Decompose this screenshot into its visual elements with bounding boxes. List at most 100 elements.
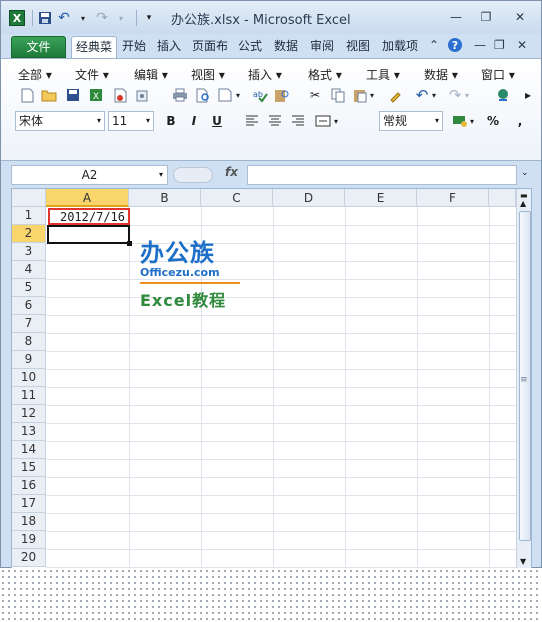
row-header[interactable]: 6	[12, 297, 46, 315]
row-header[interactable]: 14	[12, 441, 46, 459]
hyperlink-icon[interactable]	[494, 86, 512, 104]
menu-edit[interactable]: 编辑 ▾	[134, 66, 168, 83]
minimize-button[interactable]: —	[441, 8, 471, 26]
tab-data[interactable]: 数据	[271, 36, 301, 58]
menu-view[interactable]: 视图 ▾	[191, 66, 225, 83]
insert-function-button[interactable]: fx	[225, 165, 238, 179]
row-header[interactable]: 9	[12, 351, 46, 369]
column-header-c[interactable]: C	[201, 189, 273, 207]
comma-style-icon[interactable]: ,	[511, 112, 529, 130]
row-header[interactable]: 18	[12, 513, 46, 531]
new-document-icon[interactable]	[18, 86, 36, 104]
tab-file[interactable]: 文件	[11, 36, 66, 58]
row-header[interactable]: 13	[12, 423, 46, 441]
redo-dropdown-icon[interactable]: ▾	[113, 10, 129, 26]
menu-data[interactable]: 数据 ▾	[424, 66, 458, 83]
row-header[interactable]: 19	[12, 531, 46, 549]
tab-classic-menu[interactable]: 经典菜单	[71, 36, 117, 74]
workbook-minimize-button[interactable]: —	[474, 38, 486, 52]
formula-bar-expand-handle[interactable]	[173, 167, 213, 183]
excel-export-icon[interactable]: X	[87, 86, 105, 104]
worksheet-grid[interactable]: A B C D E F 1 2 3 4 5 6 7 8 9 10 11 12 1…	[11, 188, 532, 569]
row-header[interactable]: 11	[12, 387, 46, 405]
undo-icon[interactable]: ↶	[56, 10, 72, 26]
row-header[interactable]: 8	[12, 333, 46, 351]
menu-tools[interactable]: 工具 ▾	[366, 66, 400, 83]
column-header-b[interactable]: B	[129, 189, 201, 207]
print-icon[interactable]	[171, 86, 189, 104]
help-icon[interactable]: ?	[447, 37, 463, 56]
align-left-icon[interactable]	[243, 112, 261, 130]
menu-file[interactable]: 文件 ▾	[75, 66, 109, 83]
dropdown-arrow-icon[interactable]: ▾	[430, 86, 438, 104]
row-header[interactable]: 10	[12, 369, 46, 387]
row-header[interactable]: 4	[12, 261, 46, 279]
column-header-g[interactable]	[489, 189, 516, 207]
cell-a1[interactable]: 2012/7/16	[48, 208, 130, 225]
ribbon-more-icon[interactable]: ▸	[523, 86, 533, 104]
percent-style-icon[interactable]: %	[484, 112, 502, 130]
dropdown-arrow-icon[interactable]: ▾	[159, 166, 163, 184]
menu-format[interactable]: 格式 ▾	[308, 66, 342, 83]
vertical-scrollbar[interactable]: ▬ ▲ ≡ ▼	[516, 189, 531, 568]
workbook-restore-button[interactable]: ❐	[494, 38, 505, 52]
save-icon[interactable]	[64, 86, 82, 104]
bold-button[interactable]: B	[163, 112, 179, 130]
tab-formulas[interactable]: 公式	[235, 36, 265, 58]
close-button[interactable]: ✕	[505, 8, 535, 26]
row-header[interactable]: 16	[12, 477, 46, 495]
row-header[interactable]: 1	[12, 207, 46, 225]
undo-dropdown-icon[interactable]: ▾	[75, 10, 91, 26]
scroll-up-icon[interactable]: ▲	[520, 199, 526, 208]
research-icon[interactable]: ab	[251, 86, 269, 104]
italic-button[interactable]: I	[186, 112, 202, 130]
undo-icon[interactable]: ↶	[413, 86, 431, 104]
dropdown-arrow-icon[interactable]: ▾	[97, 112, 101, 130]
row-header[interactable]: 2	[12, 225, 46, 243]
redo-icon[interactable]: ↷	[446, 86, 464, 104]
menu-all[interactable]: 全部 ▾	[18, 66, 52, 83]
column-header-d[interactable]: D	[273, 189, 345, 207]
underline-button[interactable]: U	[209, 112, 225, 130]
excel-app-icon[interactable]: X	[9, 10, 25, 26]
expand-formula-bar-icon[interactable]: ⌄	[521, 168, 529, 178]
tab-insert[interactable]: 插入	[154, 36, 184, 58]
spelling-check-icon[interactable]	[217, 86, 235, 104]
row-header[interactable]: 15	[12, 459, 46, 477]
dropdown-arrow-icon[interactable]: ▾	[435, 112, 439, 130]
column-header-f[interactable]: F	[417, 189, 489, 207]
number-format-box[interactable]: 常规 ▾	[379, 111, 443, 131]
tab-home[interactable]: 开始	[119, 36, 149, 58]
tab-addins[interactable]: 加载项	[379, 36, 421, 58]
column-header-e[interactable]: E	[345, 189, 417, 207]
dropdown-arrow-icon[interactable]: ▾	[332, 112, 340, 130]
formula-input[interactable]	[247, 165, 517, 185]
dropdown-arrow-icon[interactable]: ▾	[368, 86, 376, 104]
row-header[interactable]: 5	[12, 279, 46, 297]
dropdown-arrow-icon[interactable]: ▾	[146, 112, 150, 130]
fill-handle[interactable]	[127, 241, 132, 246]
scroll-down-icon[interactable]: ▼	[520, 557, 526, 566]
dropdown-arrow-icon[interactable]: ▾	[463, 86, 471, 104]
dropdown-arrow-icon[interactable]: ▾	[234, 86, 242, 104]
name-box[interactable]: A2 ▾	[11, 165, 168, 185]
ribbon-minimize-icon[interactable]: ⌃	[429, 38, 439, 52]
menu-window[interactable]: 窗口 ▾	[481, 66, 515, 83]
tab-view[interactable]: 视图	[343, 36, 373, 58]
font-name-box[interactable]: 宋体 ▾	[15, 111, 105, 131]
thesaurus-icon[interactable]	[273, 86, 291, 104]
menu-insert[interactable]: 插入 ▾	[248, 66, 282, 83]
open-folder-icon[interactable]	[40, 86, 58, 104]
format-painter-icon[interactable]	[386, 86, 404, 104]
select-all-corner[interactable]	[12, 189, 46, 207]
font-size-box[interactable]: 11 ▾	[108, 111, 154, 131]
paste-icon[interactable]	[351, 86, 369, 104]
align-center-icon[interactable]	[266, 112, 284, 130]
currency-format-icon[interactable]	[451, 112, 469, 130]
save-icon[interactable]	[37, 10, 53, 26]
restore-button[interactable]: ❐	[471, 8, 501, 26]
cut-icon[interactable]: ✂	[306, 86, 324, 104]
row-header[interactable]: 12	[12, 405, 46, 423]
copy-icon[interactable]	[329, 86, 347, 104]
pdf-export-icon[interactable]	[111, 86, 129, 104]
